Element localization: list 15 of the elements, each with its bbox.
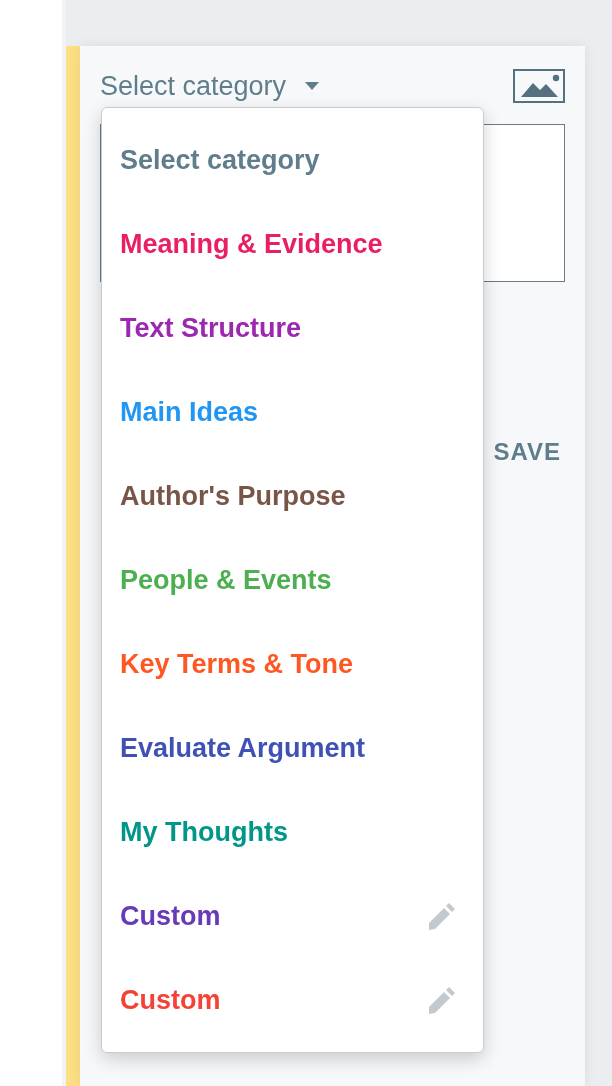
menu-item[interactable]: Text Structure — [102, 286, 483, 370]
menu-item[interactable]: Custom — [102, 874, 483, 958]
category-dropdown[interactable]: Select category — [100, 70, 321, 102]
menu-item[interactable]: Main Ideas — [102, 370, 483, 454]
menu-item[interactable]: Meaning & Evidence — [102, 202, 483, 286]
menu-item[interactable]: My Thoughts — [102, 790, 483, 874]
image-icon[interactable] — [513, 69, 565, 103]
menu-item[interactable]: Evaluate Argument — [102, 706, 483, 790]
menu-item[interactable]: Key Terms & Tone — [102, 622, 483, 706]
menu-item[interactable]: Select category — [102, 118, 483, 202]
menu-item[interactable]: People & Events — [102, 538, 483, 622]
menu-item[interactable]: Author's Purpose — [102, 454, 483, 538]
save-button[interactable]: SAVE — [493, 432, 561, 472]
menu-item[interactable]: Custom — [102, 958, 483, 1042]
caret-icon — [304, 81, 321, 91]
